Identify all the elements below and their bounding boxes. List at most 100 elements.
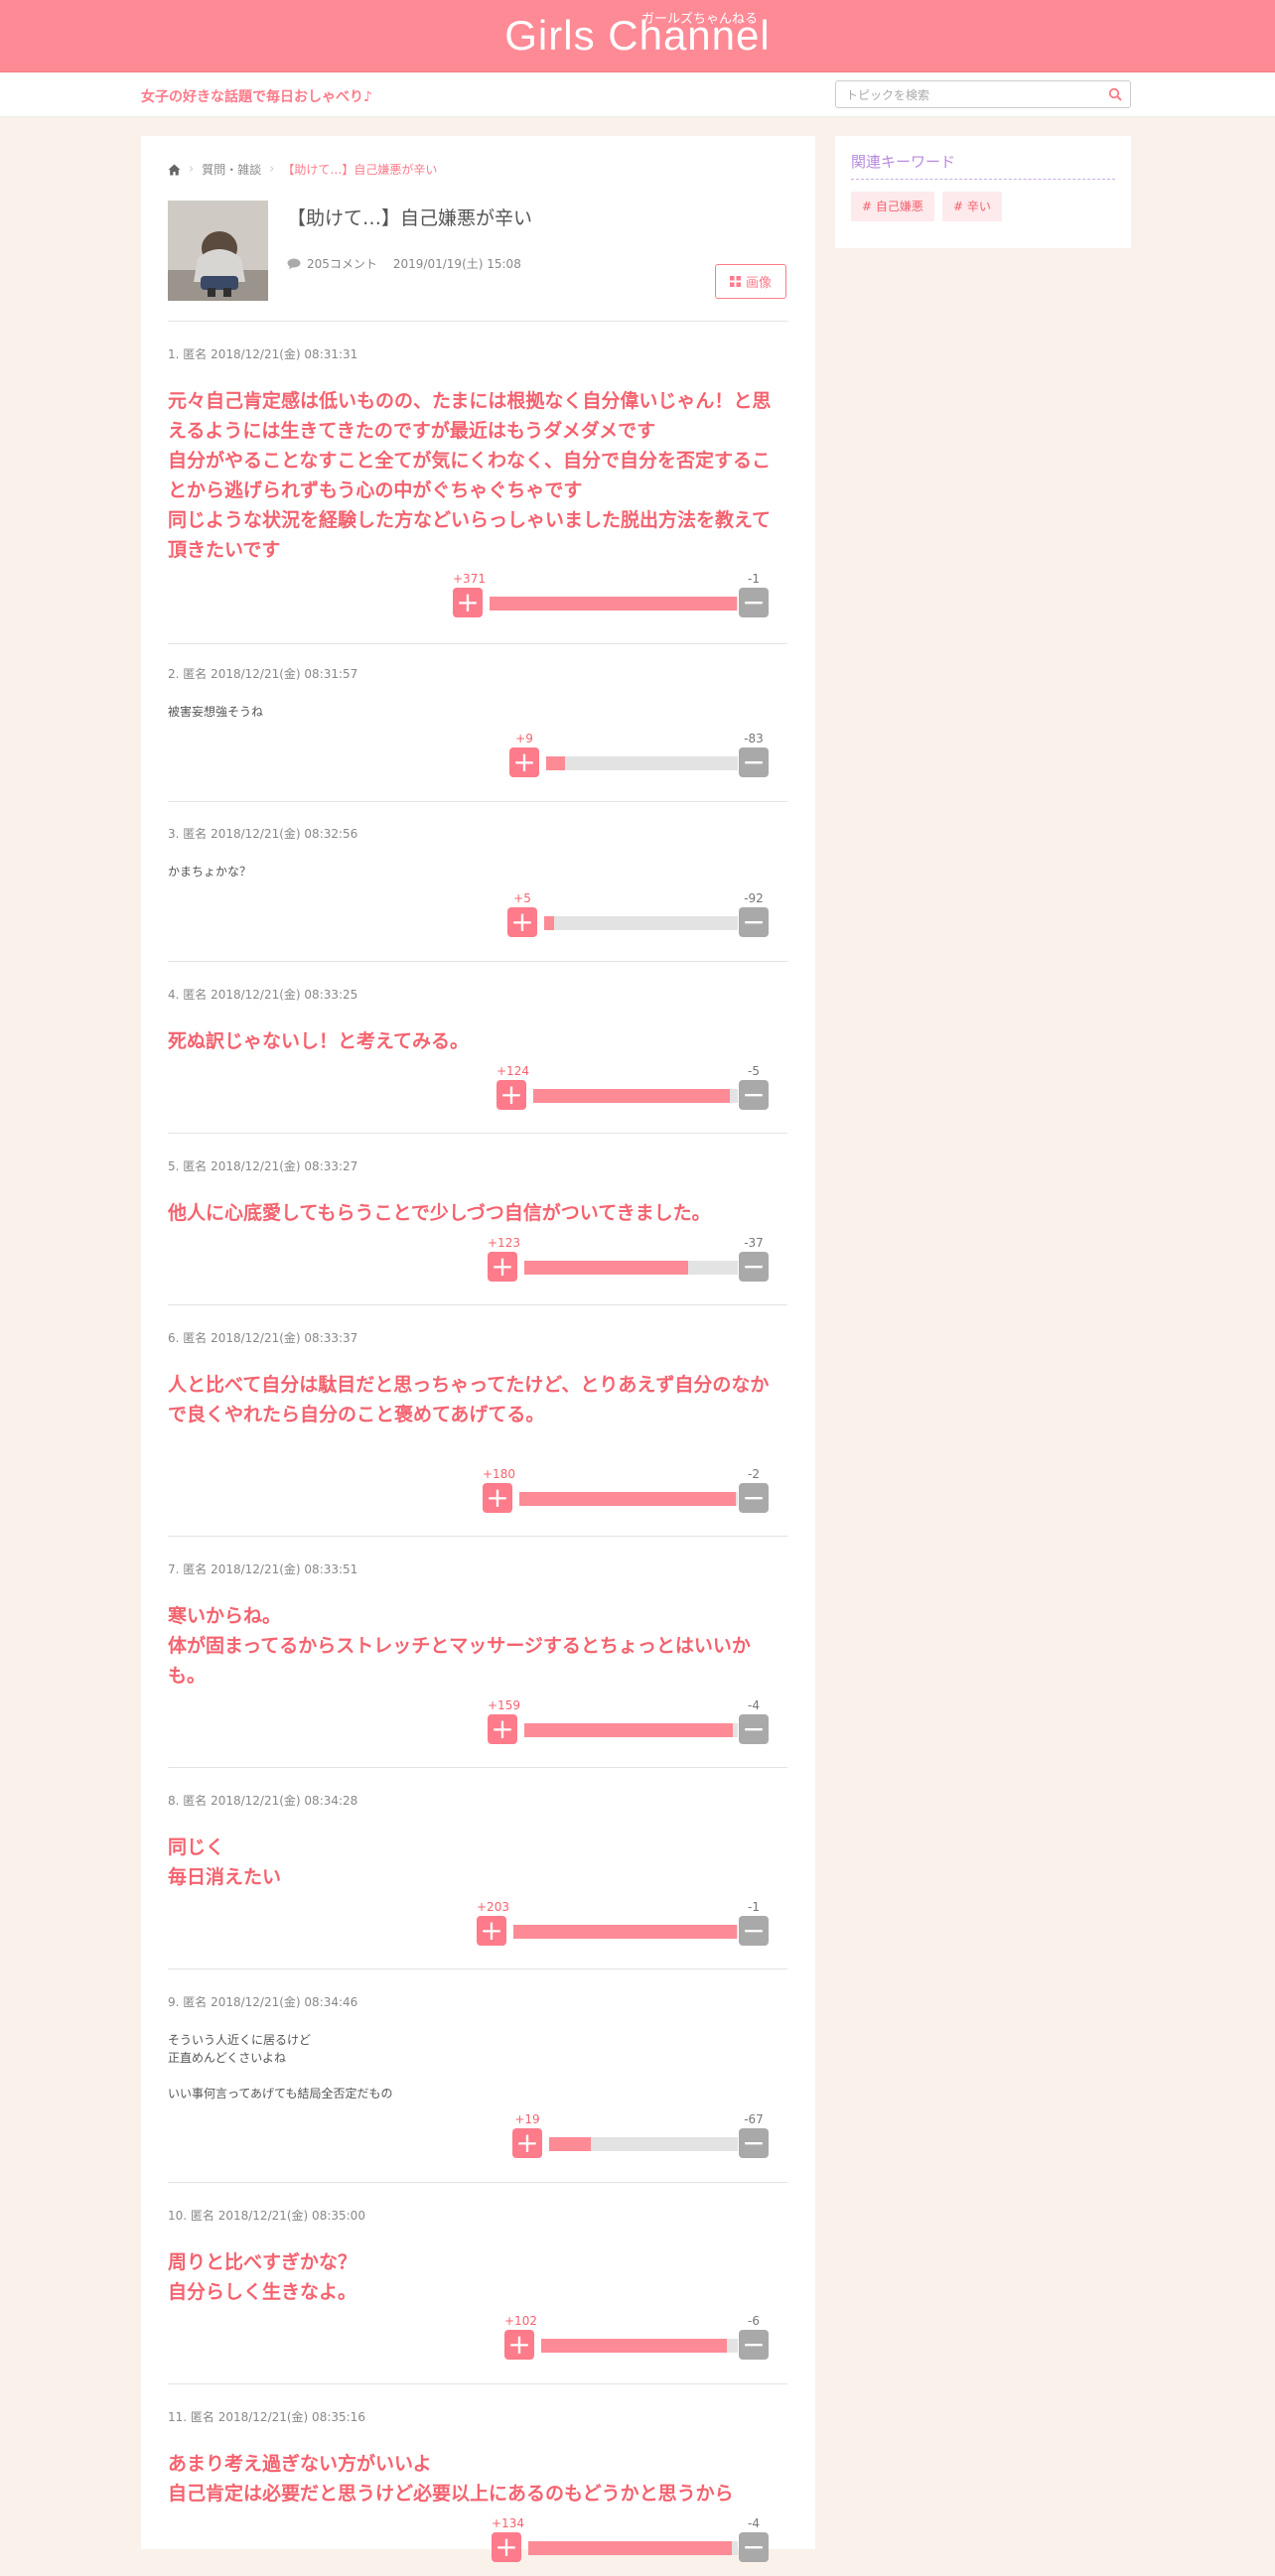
divider [168,2182,787,2183]
plus-button[interactable]: + [453,588,483,617]
plus-button[interactable]: + [492,2532,521,2562]
minus-count: -67 [744,2112,764,2126]
vote-ratio-fill [533,1089,730,1103]
main-content: › 質問・雑談 › 【助けて…】自己嫌悪が辛い 【助けて…】自己嫌悪が辛い 20… [141,136,815,2562]
vote-bar: +124 + -5 − [496,1064,769,1124]
site-logo[interactable]: Girls Channel [0,12,1275,60]
divider [168,2383,787,2384]
comment-body: かまちょかな？ [168,865,252,879]
image-button[interactable]: 画像 [715,264,786,299]
comment-item: 9. 匿名 2018/12/21(金) 08:34:46 そういう人近くに居るけ… [168,1993,787,2102]
vote-ratio-bar [519,1492,738,1506]
plus-button[interactable]: + [507,907,537,937]
vote-ratio-fill [549,2137,591,2151]
comment-header: 7. 匿名 2018/12/21(金) 08:33:51 [168,1562,358,1576]
vote-bar: +19 + -67 − [512,2112,769,2172]
divider [168,961,787,962]
comment-item: 10. 匿名 2018/12/21(金) 08:35:00 周りと比べすぎかな？… [168,2207,787,2307]
vote-ratio-fill [519,1492,736,1506]
search-box [835,80,1131,108]
vote-ratio-bar [524,1723,738,1737]
vote-ratio-bar [546,756,738,770]
home-icon[interactable] [168,164,181,176]
plus-button[interactable]: + [488,1714,517,1744]
site-logo-kana: ガールズちゃんねる [641,12,759,27]
divider [168,643,787,644]
breadcrumb-category[interactable]: 質問・雑談 [202,161,261,178]
vote-ratio-fill [544,916,555,930]
minus-button[interactable]: − [739,1714,769,1744]
divider [168,1767,787,1768]
plus-count: +19 [514,2112,540,2126]
minus-button[interactable]: − [739,747,769,777]
vote-bar: +5 + -92 − [507,891,769,951]
minus-button[interactable]: − [739,1483,769,1513]
plus-count: +123 [488,1236,520,1250]
chevron-right-icon: › [189,162,195,177]
comment-header: 10. 匿名 2018/12/21(金) 08:35:00 [168,2209,365,2223]
topic-thumbnail[interactable] [168,201,268,301]
minus-button[interactable]: − [739,2330,769,2360]
breadcrumb-current[interactable]: 【助けて…】自己嫌悪が辛い [282,161,437,178]
minus-count: -2 [748,1467,760,1481]
plus-button[interactable]: + [483,1483,512,1513]
comment-body: 周りと比べすぎかな？ 自分らしく生きなよ。 [168,2251,357,2303]
comment-body: 寒いからね。 体が固まってるからストレッチとマッサージするとちょっとはいいかも。 [168,1605,751,1687]
plus-button[interactable]: + [477,1916,506,1946]
plus-count: +102 [504,2314,537,2328]
minus-button[interactable]: − [739,588,769,617]
image-button-label: 画像 [745,276,772,291]
comment-body: 同じく 毎日消えたい [168,1836,282,1888]
minus-button[interactable]: − [739,907,769,937]
comment-item: 8. 匿名 2018/12/21(金) 08:34:28 同じく 毎日消えたい [168,1792,787,1892]
vote-bar: +134 + -4 − [492,2516,769,2576]
plus-button[interactable]: + [509,747,539,777]
comment-body: 被害妄想強そうね [168,705,264,719]
minus-count: -5 [748,1064,760,1078]
minus-count: -92 [744,891,764,905]
comment-body: あまり考え過ぎない方がいいよ 自己肯定は必要だと思うけど必要以上にあるのもどうか… [168,2453,734,2505]
grid-icon [729,276,741,287]
plus-button[interactable]: + [496,1080,526,1110]
search-input[interactable] [844,82,1096,108]
topic-date: 2019/01/19(土) 15:08 [392,257,521,271]
comment-body: 人と比べて自分は駄目だと思っちゃってたけど、とりあえず自分のなかで良くやれたら自… [168,1374,770,1425]
comment-item: 7. 匿名 2018/12/21(金) 08:33:51 寒いからね。 体が固ま… [168,1560,787,1691]
vote-ratio-bar [533,1089,738,1103]
comment-header: 2. 匿名 2018/12/21(金) 08:31:57 [168,667,358,681]
minus-button[interactable]: − [739,2128,769,2158]
plus-button[interactable]: + [488,1252,517,1282]
minus-button[interactable]: − [739,1252,769,1282]
comment-body: 他人に心底愛してもらうことで少しづつ自信がついてきました。 [168,1202,711,1224]
vote-bar: +9 + -83 − [509,732,769,791]
comment-header: 3. 匿名 2018/12/21(金) 08:32:56 [168,827,358,841]
vote-ratio-bar [541,2339,738,2353]
plus-count: +159 [488,1698,520,1712]
plus-button[interactable]: + [512,2128,542,2158]
comment-item: 11. 匿名 2018/12/21(金) 08:35:16 あまり考え過ぎない方… [168,2408,787,2508]
keyword-tag[interactable]: # 辛い [942,192,1002,221]
comment-header: 1. 匿名 2018/12/21(金) 08:31:31 [168,347,358,361]
divider [168,1968,787,1969]
keyword-tag[interactable]: # 自己嫌悪 [851,192,934,221]
vote-bar: +159 + -4 − [488,1698,769,1758]
search-icon[interactable] [1108,87,1122,101]
vote-bar: +102 + -6 − [504,2314,769,2373]
plus-button[interactable]: + [504,2330,534,2360]
site-tagline: 女子の好きな話題で毎日おしゃべり♪ [141,89,372,105]
minus-count: -37 [744,1236,764,1250]
comment-item: 3. 匿名 2018/12/21(金) 08:32:56 かまちょかな？ [168,825,787,881]
comment-item: 1. 匿名 2018/12/21(金) 08:31:31 元々自己肯定感は低いも… [168,345,787,565]
vote-bar: +371 + -1 − [453,572,769,631]
plus-count: +5 [513,891,531,905]
minus-button[interactable]: − [739,1916,769,1946]
divider [851,179,1115,180]
plus-count: +9 [515,732,533,746]
minus-button[interactable]: − [739,2532,769,2562]
comment-header: 5. 匿名 2018/12/21(金) 08:33:27 [168,1159,358,1173]
comment-header: 11. 匿名 2018/12/21(金) 08:35:16 [168,2410,365,2424]
vote-ratio-fill [524,1261,689,1275]
minus-button[interactable]: − [739,1080,769,1110]
divider [168,801,787,802]
vote-ratio-bar [524,1261,738,1275]
